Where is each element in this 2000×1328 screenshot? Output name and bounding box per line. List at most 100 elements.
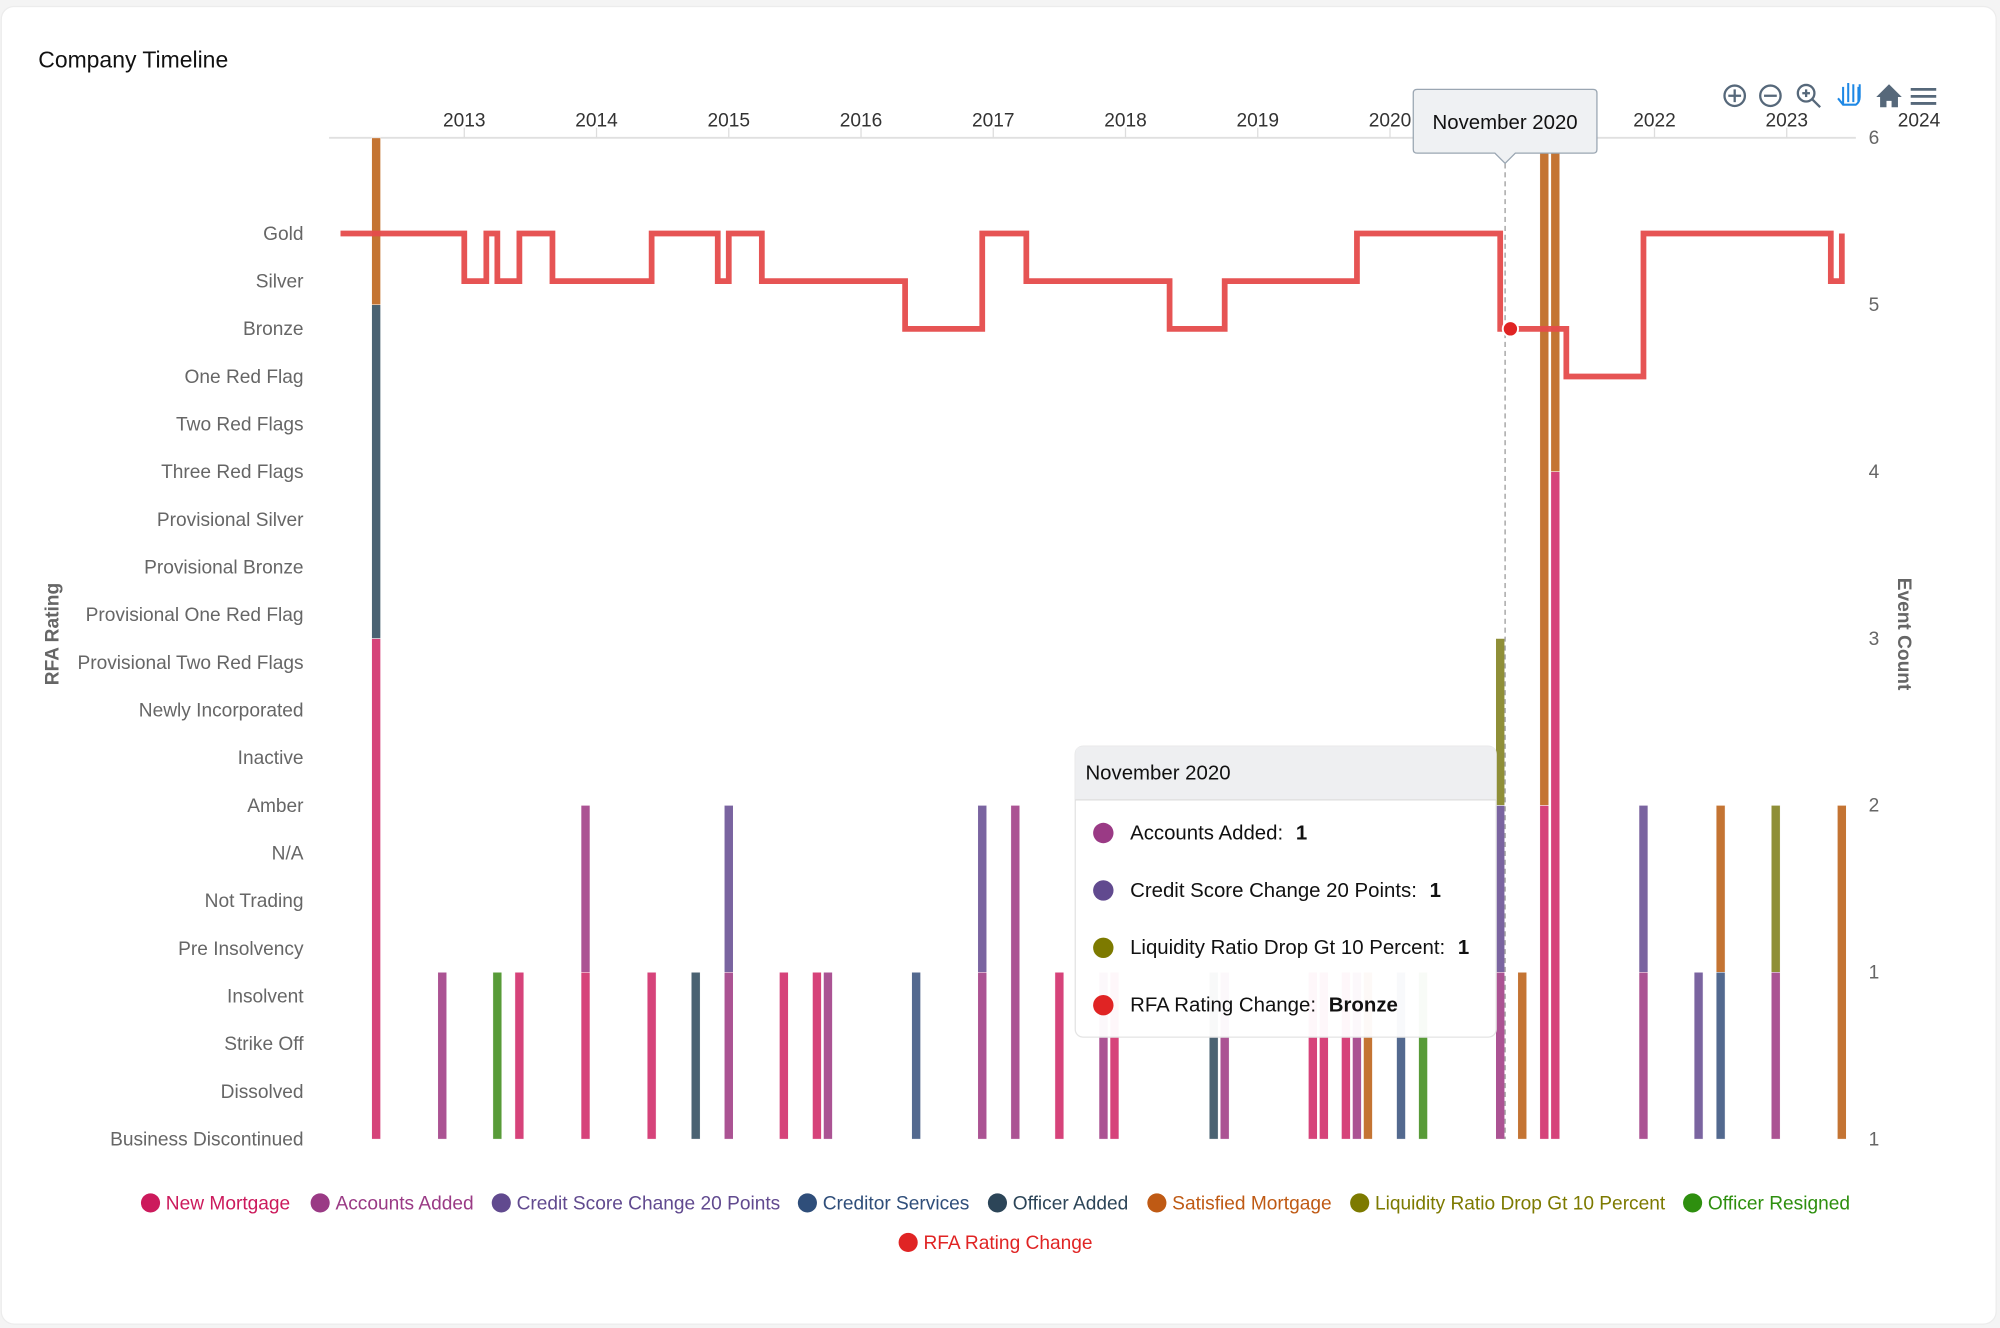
bar-credit-score-change-20-points[interactable]: [1638, 805, 1649, 973]
bar-satisfied-mortgage[interactable]: [1715, 805, 1726, 973]
bar-satisfied-mortgage[interactable]: [1517, 971, 1527, 1140]
legend-label: Accounts Added: [335, 1193, 473, 1214]
rfa-rating-highlight-marker[interactable]: [1501, 320, 1520, 338]
series-dot-icon: [1093, 880, 1114, 901]
bar-creditor-services[interactable]: [911, 971, 921, 1140]
x-tick-label: 2022: [1633, 110, 1676, 131]
tooltip-row-label: Credit Score Change 20 Points:: [1130, 880, 1417, 902]
legend-label: Creditor Services: [823, 1193, 970, 1214]
bar-satisfied-mortgage[interactable]: [1539, 137, 1550, 806]
legend-dot-icon: [310, 1193, 330, 1213]
series-dot-icon: [1093, 994, 1114, 1016]
bar-accounts-added[interactable]: [724, 971, 734, 1140]
bar-new-mortgage[interactable]: [371, 638, 381, 1140]
x-tick-label: 2024: [1898, 110, 1941, 131]
bar-accounts-added[interactable]: [1010, 805, 1021, 1140]
rating-category-label: Silver: [256, 272, 304, 293]
legend-dot-icon: [898, 1232, 918, 1253]
rating-category-label: Provisional One Red Flag: [86, 605, 304, 626]
x-tick-label: 2017: [972, 110, 1015, 131]
bar-new-mortgage[interactable]: [646, 971, 657, 1140]
legend-item[interactable]: Officer Resigned: [1683, 1193, 1850, 1214]
rating-category-label: Insolvent: [227, 987, 304, 1008]
chart-title: Company Timeline: [38, 47, 228, 73]
bar-accounts-added[interactable]: [823, 971, 833, 1140]
x-tick-label: 2015: [708, 110, 751, 131]
bar-credit-score-change-20-points[interactable]: [1693, 971, 1704, 1140]
bar-satisfied-mortgage[interactable]: [371, 137, 381, 306]
series-dot-icon: [1093, 822, 1114, 844]
tooltip-row-text: Credit Score Change 20 Points: 1: [1130, 880, 1441, 902]
tooltip-row-label: Liquidity Ratio Drop Gt 10 Percent:: [1130, 937, 1445, 959]
company-timeline-chart: Company Timeline 2013 2014 2015 2016 2017 201…: [0, 5, 1997, 1325]
x-tick-label: 2016: [840, 110, 883, 131]
legend-label: New Mortgage: [166, 1193, 290, 1214]
tooltip-row-value: Bronze: [1329, 995, 1398, 1017]
bar-accounts-added[interactable]: [1495, 971, 1505, 1140]
bar-new-mortgage[interactable]: [779, 971, 789, 1140]
bar-new-mortgage[interactable]: [580, 971, 591, 1140]
count-tick-label: 6: [1869, 128, 1880, 149]
bar-new-mortgage[interactable]: [1054, 971, 1065, 1140]
bar-credit-score-change-20-points[interactable]: [1495, 805, 1505, 973]
bar-liquidity-ratio-drop-gt-10-percent[interactable]: [1770, 805, 1781, 973]
x-tick-label: 2019: [1236, 110, 1279, 131]
tooltip-row: RFA Rating Change: Bronze: [1093, 995, 1398, 1017]
tooltip: November 2020 Accounts Added: 1Credit Sco…: [1074, 745, 1497, 1038]
legend-dot-icon: [1350, 1193, 1370, 1213]
rating-category-label: Three Red Flags: [161, 462, 303, 483]
legend-dot-icon: [1147, 1193, 1167, 1213]
bar-credit-score-change-20-points[interactable]: [724, 805, 734, 973]
bar-new-mortgage[interactable]: [514, 971, 525, 1140]
legend-dot-icon: [140, 1193, 161, 1213]
rating-category-label: Gold: [263, 224, 303, 245]
rating-category-label: N/A: [272, 844, 304, 865]
tooltip-row-value: 1: [1430, 880, 1441, 902]
bar-officer-added[interactable]: [690, 971, 701, 1140]
bar-accounts-added[interactable]: [580, 805, 591, 973]
bar-officer-resigned[interactable]: [492, 971, 503, 1140]
rating-category-label: Newly Incorporated: [139, 701, 304, 722]
rating-category-label: Amber: [247, 796, 304, 817]
legend-item[interactable]: Liquidity Ratio Drop Gt 10 Percent: [1350, 1193, 1666, 1214]
bar-officer-added[interactable]: [371, 304, 381, 639]
legend-item[interactable]: Credit Score Change 20 Points: [491, 1193, 781, 1214]
bar-new-mortgage[interactable]: [1550, 471, 1561, 1140]
bar-liquidity-ratio-drop-gt-10-percent[interactable]: [1495, 638, 1505, 806]
legend-item[interactable]: Accounts Added: [310, 1193, 474, 1214]
rating-category-label: Strike Off: [224, 1034, 304, 1055]
bar-accounts-added[interactable]: [1638, 971, 1649, 1140]
rating-category-label: Provisional Two Red Flags: [77, 653, 303, 674]
legend-label: Officer Resigned: [1708, 1193, 1850, 1214]
crosshair-label: November 2020: [1412, 88, 1598, 165]
bar-new-mortgage[interactable]: [1539, 805, 1550, 1140]
bar-creditor-services[interactable]: [1715, 971, 1726, 1140]
rating-category-label: Not Trading: [205, 891, 304, 912]
count-tick-label: 1: [1869, 1129, 1880, 1150]
bar-accounts-added[interactable]: [977, 971, 987, 1140]
rating-category-label: Bronze: [243, 319, 304, 340]
rating-category-label: Provisional Bronze: [144, 558, 303, 579]
bar-accounts-added[interactable]: [1770, 971, 1781, 1140]
legend-label: RFA Rating Change: [923, 1233, 1092, 1254]
left-axis-title: RFA Rating: [43, 583, 64, 685]
tooltip-row-text: Accounts Added: 1: [1130, 822, 1307, 844]
bar-new-mortgage[interactable]: [812, 971, 822, 1140]
legend-label: Satisfied Mortgage: [1172, 1193, 1331, 1214]
tooltip-row-label: RFA Rating Change:: [1130, 995, 1316, 1017]
x-tick-label: 2023: [1765, 110, 1808, 131]
bar-credit-score-change-20-points[interactable]: [977, 805, 987, 973]
legend-item[interactable]: Satisfied Mortgage: [1147, 1193, 1332, 1214]
bar-satisfied-mortgage[interactable]: [1550, 137, 1561, 472]
legend-item[interactable]: Creditor Services: [797, 1193, 970, 1214]
crosshair-label-text: November 2020: [1433, 112, 1578, 134]
bar-satisfied-mortgage[interactable]: [1837, 805, 1847, 1140]
bar-accounts-added[interactable]: [437, 971, 447, 1140]
count-tick-label: 3: [1869, 629, 1880, 650]
rating-category-label: Pre Insolvency: [178, 939, 304, 960]
legend-dot-icon: [1683, 1193, 1703, 1213]
tooltip-row-value: 1: [1458, 937, 1469, 959]
legend-item[interactable]: RFA Rating Change: [898, 1232, 1093, 1254]
x-tick-label: 2020: [1369, 110, 1412, 131]
legend-label: Officer Added: [1013, 1193, 1129, 1214]
